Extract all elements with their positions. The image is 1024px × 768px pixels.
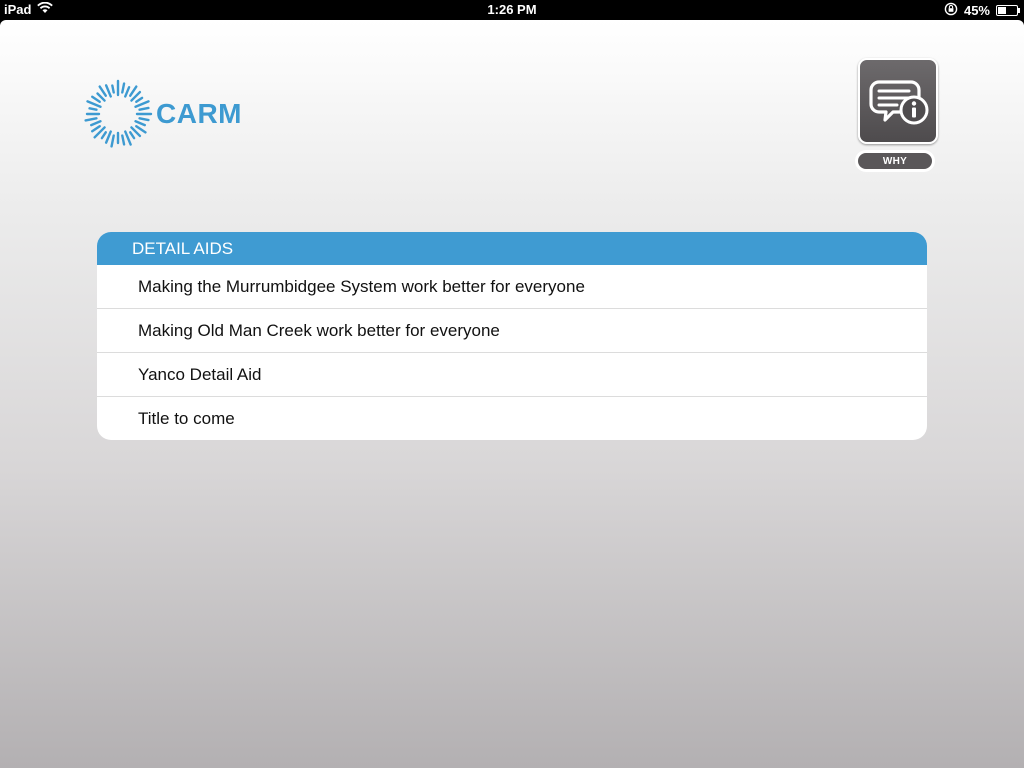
sunburst-ray [135,96,144,103]
battery-icon [996,5,1020,16]
battery-fill [998,7,1006,14]
sunburst-ray [90,120,102,127]
list-item[interactable]: Yanco Detail Aid [97,353,927,397]
carm-logo: CARM [80,76,242,152]
sunburst-ray [98,85,107,97]
sunburst-ray [91,95,101,103]
list-header: DETAIL AIDS [97,232,927,265]
sunburst-ray [121,134,126,146]
chat-info-icon [869,80,929,125]
sunburst-ray [134,120,146,127]
sunburst-logo-icon [84,79,153,148]
why-label-pill[interactable]: WHY [855,150,935,172]
sunburst-ray [91,125,101,133]
why-label[interactable]: WHY [858,153,932,169]
sunburst-ray [135,125,147,134]
sunburst-ray [104,84,112,98]
sunburst-ray [100,131,107,140]
sunburst-ray [138,106,150,111]
rotation-lock-icon [944,2,958,19]
list-item[interactable]: Making Old Man Creek work better for eve… [97,309,927,353]
sunburst-ray [110,134,115,148]
list-item[interactable]: Making the Murrumbidgee System work bett… [97,265,927,309]
sunburst-ray [138,117,150,122]
list-item[interactable]: Title to come [97,397,927,440]
sunburst-ray [121,82,126,94]
logo-text: CARM [156,98,242,129]
sunburst-ray [111,84,115,94]
sunburst-ray [96,92,106,102]
detail-aids-list: DETAIL AIDS Making the Murrumbidgee Syst… [97,232,927,440]
sunburst-ray [129,85,138,97]
sunburst-ray [88,107,98,111]
status-bar: iPad 1:26 PM 45% [0,0,1024,20]
why-button[interactable] [858,58,938,144]
status-time: 1:26 PM [487,2,537,17]
sunburst-ray [104,130,112,144]
battery-percent: 45% [963,3,990,18]
sunburst-ray [84,117,98,122]
sunburst-ray [129,131,136,140]
status-right: 45% [944,2,1020,19]
sunburst-ray [124,86,131,98]
app-screen: CARM WHY DETAIL AIDS Making the Murrumbi… [0,20,1024,768]
